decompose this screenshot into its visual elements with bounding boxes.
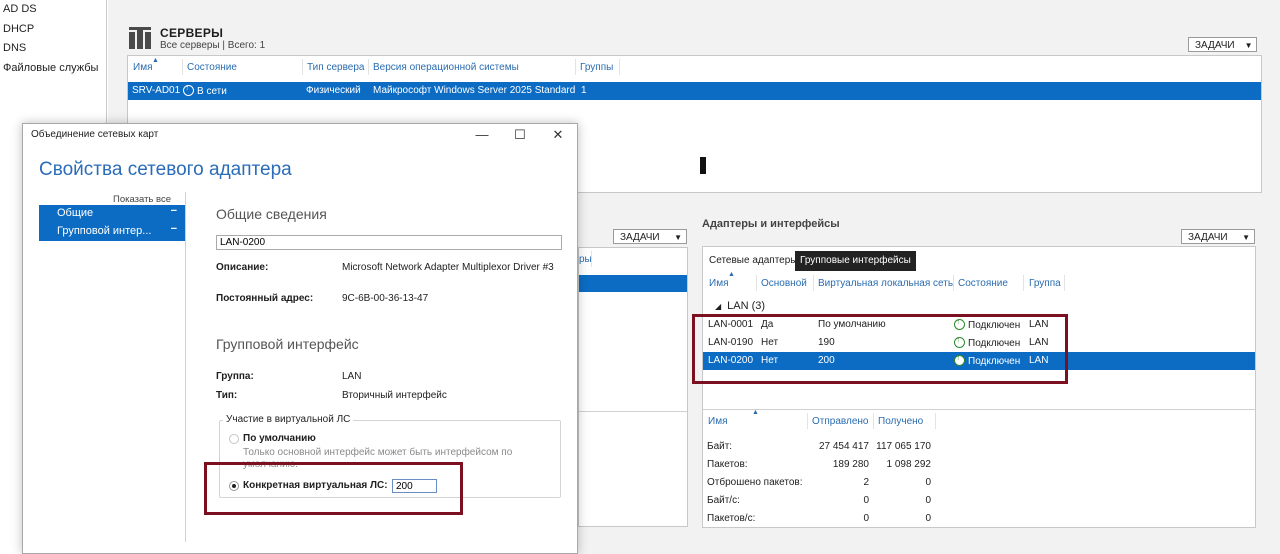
table-row[interactable]: SRV-AD01 В сети Физический Майкрософт Wi… (128, 82, 1261, 100)
servers-tasks-button[interactable]: ЗАДАЧИ ▼ (1188, 37, 1258, 52)
col-header-fragment: ры (579, 254, 592, 265)
chevron-down-icon: ▼ (1242, 232, 1250, 242)
side-item-team-interface[interactable]: Групповой интер... − (39, 223, 185, 241)
stat-sent: 27 454 417 (818, 441, 869, 452)
nic-teaming-dialog: Объединение сетевых карт — ☐ ✕ Свойства … (22, 123, 578, 554)
stat-recv: 1 098 292 (886, 459, 932, 470)
tab-network-adapters[interactable]: Сетевые адаптеры (704, 251, 802, 271)
close-icon[interactable]: ✕ (550, 127, 566, 143)
server-type: Физический (306, 85, 361, 96)
adapters-tasks-button[interactable]: ЗАДАЧИ ▼ (1181, 229, 1255, 244)
servers-subtitle: Все серверы | Всего: 1 (160, 40, 266, 51)
stat-label: Отброшено пакетов: (707, 477, 803, 488)
online-icon (183, 83, 194, 96)
server-status: В сети (183, 83, 227, 97)
interface-name-input[interactable] (216, 235, 562, 250)
mac-value: 9C-6B-00-36-13-47 (342, 293, 429, 304)
tasks-label: ЗАДАЧИ (620, 231, 660, 243)
stat-label: Байт/с: (707, 495, 740, 506)
chevron-down-icon: ▼ (1244, 40, 1253, 50)
group-value: LAN (342, 371, 362, 382)
show-all-link[interactable]: Показать все (113, 194, 171, 205)
nav-item-dns[interactable]: DNS (3, 42, 26, 54)
col-header-status[interactable]: Состояние (187, 62, 237, 73)
radio-default-label[interactable]: По умолчанию (243, 433, 316, 444)
col-header-type[interactable]: Тип сервера (307, 62, 364, 73)
group-header-label: LAN (3) (727, 300, 766, 312)
maximize-icon[interactable]: ☐ (512, 127, 528, 143)
side-item-label: Групповой интер... (57, 225, 152, 237)
col-header-state[interactable]: Состояние (958, 278, 1008, 289)
stats-header-recv[interactable]: Получено (878, 416, 923, 427)
servers-title: СЕРВЕРЫ (160, 26, 224, 40)
stat-recv: 0 (925, 513, 931, 524)
mid-panel: ры (578, 247, 688, 527)
stat-recv: 0 (925, 495, 931, 506)
tasks-label: ЗАДАЧИ (1188, 231, 1228, 243)
sort-arrow-icon: ▲ (752, 409, 759, 416)
collapse-icon[interactable]: − (171, 223, 177, 235)
nav-item-dhcp[interactable]: DHCP (3, 23, 34, 35)
dialog-heading: Свойства сетевого адаптера (39, 159, 292, 180)
stat-label: Пакетов: (707, 459, 748, 470)
tasks-label: ЗАДАЧИ (1195, 39, 1235, 51)
group-label: Группа: (216, 371, 254, 382)
mac-label: Постоянный адрес: (216, 293, 314, 304)
server-os: Майкрософт Windows Server 2025 Standard (373, 85, 576, 96)
adapters-panel: Сетевые адаптеры Групповые интерфейсы Им… (702, 246, 1256, 528)
general-section-title: Общие сведения (216, 206, 327, 222)
side-item-label: Общие (57, 207, 94, 219)
stat-label: Пакетов/с: (707, 513, 756, 524)
col-header-groups[interactable]: Группы (580, 62, 613, 73)
mid-tasks-button[interactable]: ЗАДАЧИ ▼ (613, 229, 687, 244)
highlight-annotation (692, 314, 1068, 384)
sort-arrow-icon: ▲ (728, 271, 735, 278)
col-header-os[interactable]: Версия операционной системы (373, 62, 519, 73)
col-header-primary[interactable]: Основной (761, 278, 807, 289)
text-cursor (700, 157, 706, 174)
server-status-text: В сети (197, 86, 227, 97)
stats-header-name[interactable]: Имя (708, 416, 727, 427)
stat-sent: 189 280 (832, 459, 869, 470)
description-value: Microsoft Network Adapter Multiplexor Dr… (342, 262, 554, 273)
nav-item-adds[interactable]: AD DS (3, 3, 37, 15)
chevron-down-icon: ▼ (674, 232, 682, 242)
description-label: Описание: (216, 262, 269, 273)
nav-item-file-services[interactable]: Файловые службы (3, 62, 98, 74)
stat-sent: 0 (863, 495, 869, 506)
server-name: SRV-AD01 (132, 85, 181, 96)
team-section-title: Групповой интерфейс (216, 336, 359, 352)
stats-header-sent[interactable]: Отправлено (812, 416, 868, 427)
sidebar-divider (185, 192, 186, 542)
type-label: Тип: (216, 390, 238, 401)
adapters-title: Адаптеры и интерфейсы (702, 218, 840, 230)
servers-icon (129, 27, 151, 49)
tab-team-interfaces[interactable]: Групповые интерфейсы (795, 251, 916, 271)
group-header[interactable]: ◢ LAN (3) (715, 300, 765, 312)
collapse-triangle-icon: ◢ (715, 302, 722, 311)
col-header-group[interactable]: Группа (1029, 278, 1061, 289)
server-groups: 1 (581, 85, 587, 96)
radio-default-vlan[interactable] (229, 434, 239, 444)
col-header-name[interactable]: Имя (133, 62, 152, 73)
minimize-icon[interactable]: — (474, 127, 490, 143)
side-item-general[interactable]: Общие − (39, 205, 185, 223)
table-row[interactable] (579, 275, 687, 292)
col-header-name[interactable]: Имя (709, 278, 728, 289)
col-header-vlan[interactable]: Виртуальная локальная сеть (818, 278, 953, 289)
collapse-icon[interactable]: − (171, 205, 177, 217)
stat-sent: 0 (863, 513, 869, 524)
stat-recv: 117 065 170 (876, 441, 931, 452)
stat-recv: 0 (925, 477, 931, 488)
highlight-annotation (204, 462, 463, 515)
stat-label: Байт: (707, 441, 733, 452)
stat-sent: 2 (863, 477, 869, 488)
vlan-group-legend: Участие в виртуальной ЛС (223, 414, 354, 425)
dialog-title: Объединение сетевых карт (31, 129, 159, 140)
sort-arrow-icon: ▲ (152, 57, 159, 64)
type-value: Вторичный интерфейс (342, 390, 447, 401)
